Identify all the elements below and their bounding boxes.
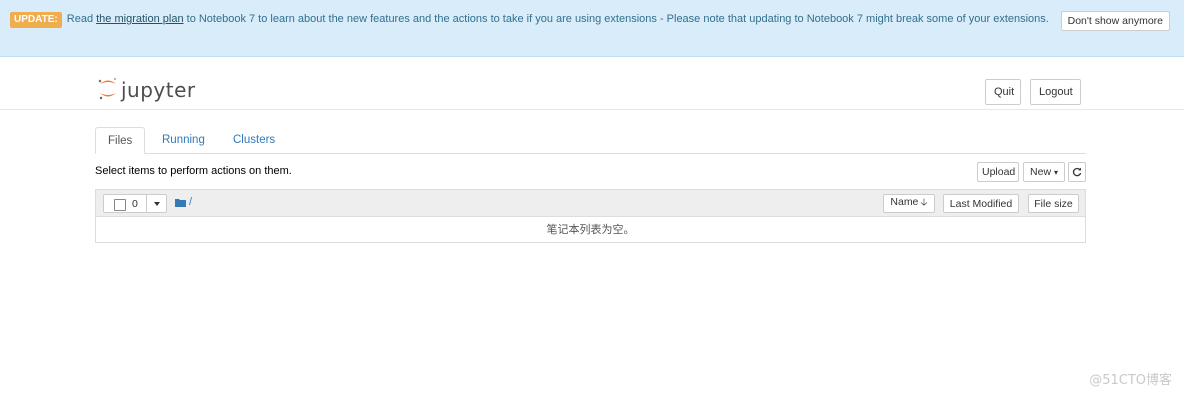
empty-list-message: 笔记本列表为空。 [546, 223, 635, 236]
update-banner: UPDATE: Read the migration plan to Noteb… [0, 0, 1184, 57]
banner-message: UPDATE: Read the migration plan to Noteb… [10, 11, 1050, 28]
banner-text-after: to Notebook 7 to learn about the new fea… [183, 13, 1049, 25]
select-all-group[interactable]: 0 [103, 194, 167, 213]
tab-bar: Files Running Clusters [95, 127, 1086, 154]
selected-count: 0 [132, 198, 138, 210]
tab-running[interactable]: Running [150, 127, 217, 153]
breadcrumb-root[interactable]: / [189, 196, 192, 208]
sort-by-size-button[interactable]: File size [1028, 194, 1079, 213]
tab-clusters[interactable]: Clusters [221, 127, 287, 153]
migration-plan-link[interactable]: the migration plan [96, 13, 183, 25]
logo-text: jupyter [121, 78, 196, 102]
header: jupyter Quit Logout [0, 58, 1184, 110]
quit-button[interactable]: Quit [985, 79, 1021, 105]
new-dropdown-button[interactable]: New ▾ [1023, 162, 1065, 182]
caret-down-icon [154, 202, 160, 206]
selection-hint: Select items to perform actions on them. [95, 165, 292, 177]
sort-by-modified-button[interactable]: Last Modified [943, 194, 1019, 213]
watermark: @51CTO博客 [1089, 373, 1172, 388]
tab-files[interactable]: Files [95, 127, 146, 154]
arrow-down-icon: 🡣 [920, 197, 928, 208]
caret-down-icon: ▾ [1053, 168, 1058, 177]
dont-show-anymore-button[interactable]: Don't show anymore [1060, 11, 1170, 31]
refresh-icon [1072, 167, 1082, 176]
refresh-button[interactable] [1068, 162, 1086, 182]
notebook-list: 0 / Name 🡣 Last Modified File size 笔记本列表为… [95, 189, 1086, 243]
new-label: New [1030, 166, 1052, 178]
select-all-checkbox[interactable] [114, 199, 126, 211]
update-badge: UPDATE: [10, 12, 62, 28]
upload-button[interactable]: Upload [977, 162, 1019, 182]
sort-by-name-button[interactable]: Name 🡣 [883, 194, 935, 213]
notebook-list-header: 0 / Name 🡣 Last Modified File size [96, 190, 1085, 217]
name-column-label: Name [890, 196, 919, 208]
folder-icon[interactable] [175, 198, 186, 207]
banner-text-before: Read [66, 13, 97, 25]
select-dropdown-toggle[interactable] [146, 195, 168, 212]
jupyter-logo-icon [98, 78, 116, 100]
logout-button[interactable]: Logout [1030, 79, 1081, 105]
